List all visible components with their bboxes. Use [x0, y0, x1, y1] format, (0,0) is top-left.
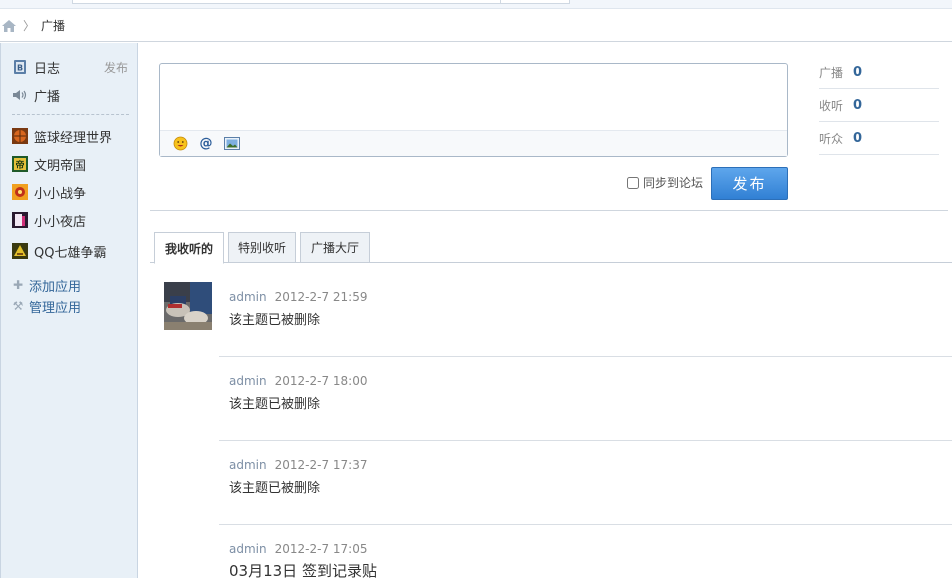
empire-game-icon: 帝	[12, 156, 28, 172]
feed-item: admin 2012-2-7 18:00 该主题已被删除	[229, 374, 367, 412]
sidebar-item-label: 日志	[34, 61, 61, 77]
add-app-link[interactable]: ✚ 添加应用	[12, 276, 82, 295]
nightclub-game-icon	[12, 212, 28, 228]
stat-label: 广播	[819, 65, 844, 80]
feed-time: 2012-2-7 17:37	[274, 458, 368, 472]
stat-label: 收听	[819, 98, 844, 113]
broadcast-composer[interactable]: @	[159, 63, 788, 157]
feed-user-link[interactable]: admin	[229, 542, 267, 556]
feed-item: admin 2012-2-7 17:05 03月13日 签到记录贴	[229, 542, 377, 578]
stat-value: 0	[853, 64, 863, 80]
composer-toolbar: @	[160, 130, 787, 156]
feed-time: 2012-2-7 21:59	[274, 290, 368, 304]
feed-divider	[219, 356, 952, 357]
top-search-bar-edge[interactable]	[72, 0, 570, 4]
qq-game-icon	[12, 243, 28, 259]
sidebar-divider	[12, 114, 129, 115]
feed-content: 该主题已被删除	[229, 481, 321, 496]
sync-checkbox[interactable]	[627, 176, 639, 189]
add-app-label: 添加应用	[29, 279, 82, 295]
feed-item: admin 2012-2-7 21:59 该主题已被删除	[229, 290, 367, 328]
top-toolbar-strip	[0, 0, 952, 9]
stat-value: 0	[853, 130, 863, 146]
sidebar-item-qq-game[interactable]: QQ七雄争霸	[12, 241, 106, 261]
manage-app-link[interactable]: ⚒ 管理应用	[12, 297, 82, 316]
breadcrumb-current: 广播	[41, 19, 66, 33]
sync-label: 同步到论坛	[643, 176, 704, 190]
sidebar-item-broadcast[interactable]: 广播	[12, 85, 60, 105]
mention-icon[interactable]: @	[198, 136, 214, 152]
sidebar-item-label: 小小夜店	[34, 214, 87, 230]
stat-following[interactable]: 收听 0	[819, 89, 939, 122]
sidebar-item-label: 广播	[34, 89, 61, 105]
sidebar-item-basketball[interactable]: 篮球经理世界	[12, 126, 112, 146]
tab-special-following[interactable]: 特别收听	[228, 232, 296, 263]
svg-text:帝: 帝	[15, 159, 24, 171]
feed-divider	[219, 440, 952, 441]
manage-app-label: 管理应用	[29, 300, 82, 316]
sidebar-item-nightclub[interactable]: 小小夜店	[12, 210, 86, 230]
sidebar-item-label: 篮球经理世界	[34, 130, 113, 146]
feed-content: 该主题已被删除	[229, 313, 321, 328]
publish-button[interactable]: 发布	[711, 167, 788, 200]
image-icon[interactable]	[224, 136, 240, 152]
feed-user-link[interactable]: admin	[229, 290, 267, 304]
publish-blog-link[interactable]: 发布	[104, 59, 128, 76]
stats-panel: 广播 0 收听 0 听众 0	[819, 56, 939, 155]
stat-followers[interactable]: 听众 0	[819, 122, 939, 155]
war-game-icon	[12, 184, 28, 200]
emoji-icon[interactable]	[172, 136, 188, 152]
plus-icon: ✚	[12, 278, 24, 292]
sidebar-item-blog[interactable]: B 日志	[12, 57, 60, 77]
svg-text:B: B	[17, 64, 23, 73]
wrench-icon: ⚒	[12, 299, 24, 313]
home-icon[interactable]	[2, 19, 16, 32]
feed-item: admin 2012-2-7 17:37 该主题已被删除	[229, 458, 367, 496]
feed-user-link[interactable]: admin	[229, 374, 267, 388]
feed-time: 2012-2-7 17:05	[274, 542, 368, 556]
feed-divider	[219, 524, 952, 525]
basketball-game-icon	[12, 128, 28, 144]
feed-time: 2012-2-7 18:00	[274, 374, 368, 388]
stat-label: 听众	[819, 131, 844, 146]
breadcrumb-separator-icon: 〉	[23, 19, 36, 33]
sidebar-item-label: 文明帝国	[34, 158, 87, 174]
tab-broadcast-hall[interactable]: 广播大厅	[300, 232, 370, 263]
sidebar-item-label: 小小战争	[34, 186, 87, 202]
feed-content[interactable]: 03月13日 签到记录贴	[229, 560, 377, 578]
avatar[interactable]	[164, 282, 212, 330]
tab-my-following[interactable]: 我收听的	[154, 232, 224, 264]
blog-icon: B	[12, 59, 28, 75]
stat-value: 0	[853, 97, 863, 113]
sidebar-item-empire[interactable]: 帝 文明帝国	[12, 154, 86, 174]
feed-content: 该主题已被删除	[229, 397, 321, 412]
sidebar-item-war[interactable]: 小小战争	[12, 182, 86, 202]
speaker-icon	[12, 87, 28, 103]
section-divider	[150, 210, 948, 211]
feed-tabs: 我收听的 特别收听 广播大厅	[150, 231, 952, 264]
stat-broadcast[interactable]: 广播 0	[819, 56, 939, 89]
sidebar-item-label: QQ七雄争霸	[34, 245, 107, 261]
feed-user-link[interactable]: admin	[229, 458, 267, 472]
sync-to-forum[interactable]: 同步到论坛	[627, 174, 703, 191]
breadcrumb: 〉 广播	[0, 10, 952, 42]
sidebar: B 日志 发布 广播 篮球经理世界 帝 文明帝国 小小战争 小小夜店 QQ七雄争…	[0, 43, 138, 578]
